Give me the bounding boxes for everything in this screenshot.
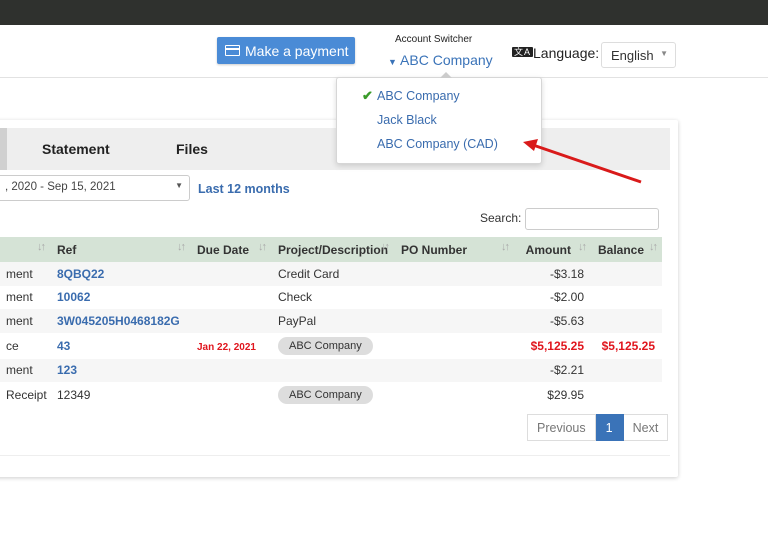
- annotation-arrow-icon: [523, 139, 642, 184]
